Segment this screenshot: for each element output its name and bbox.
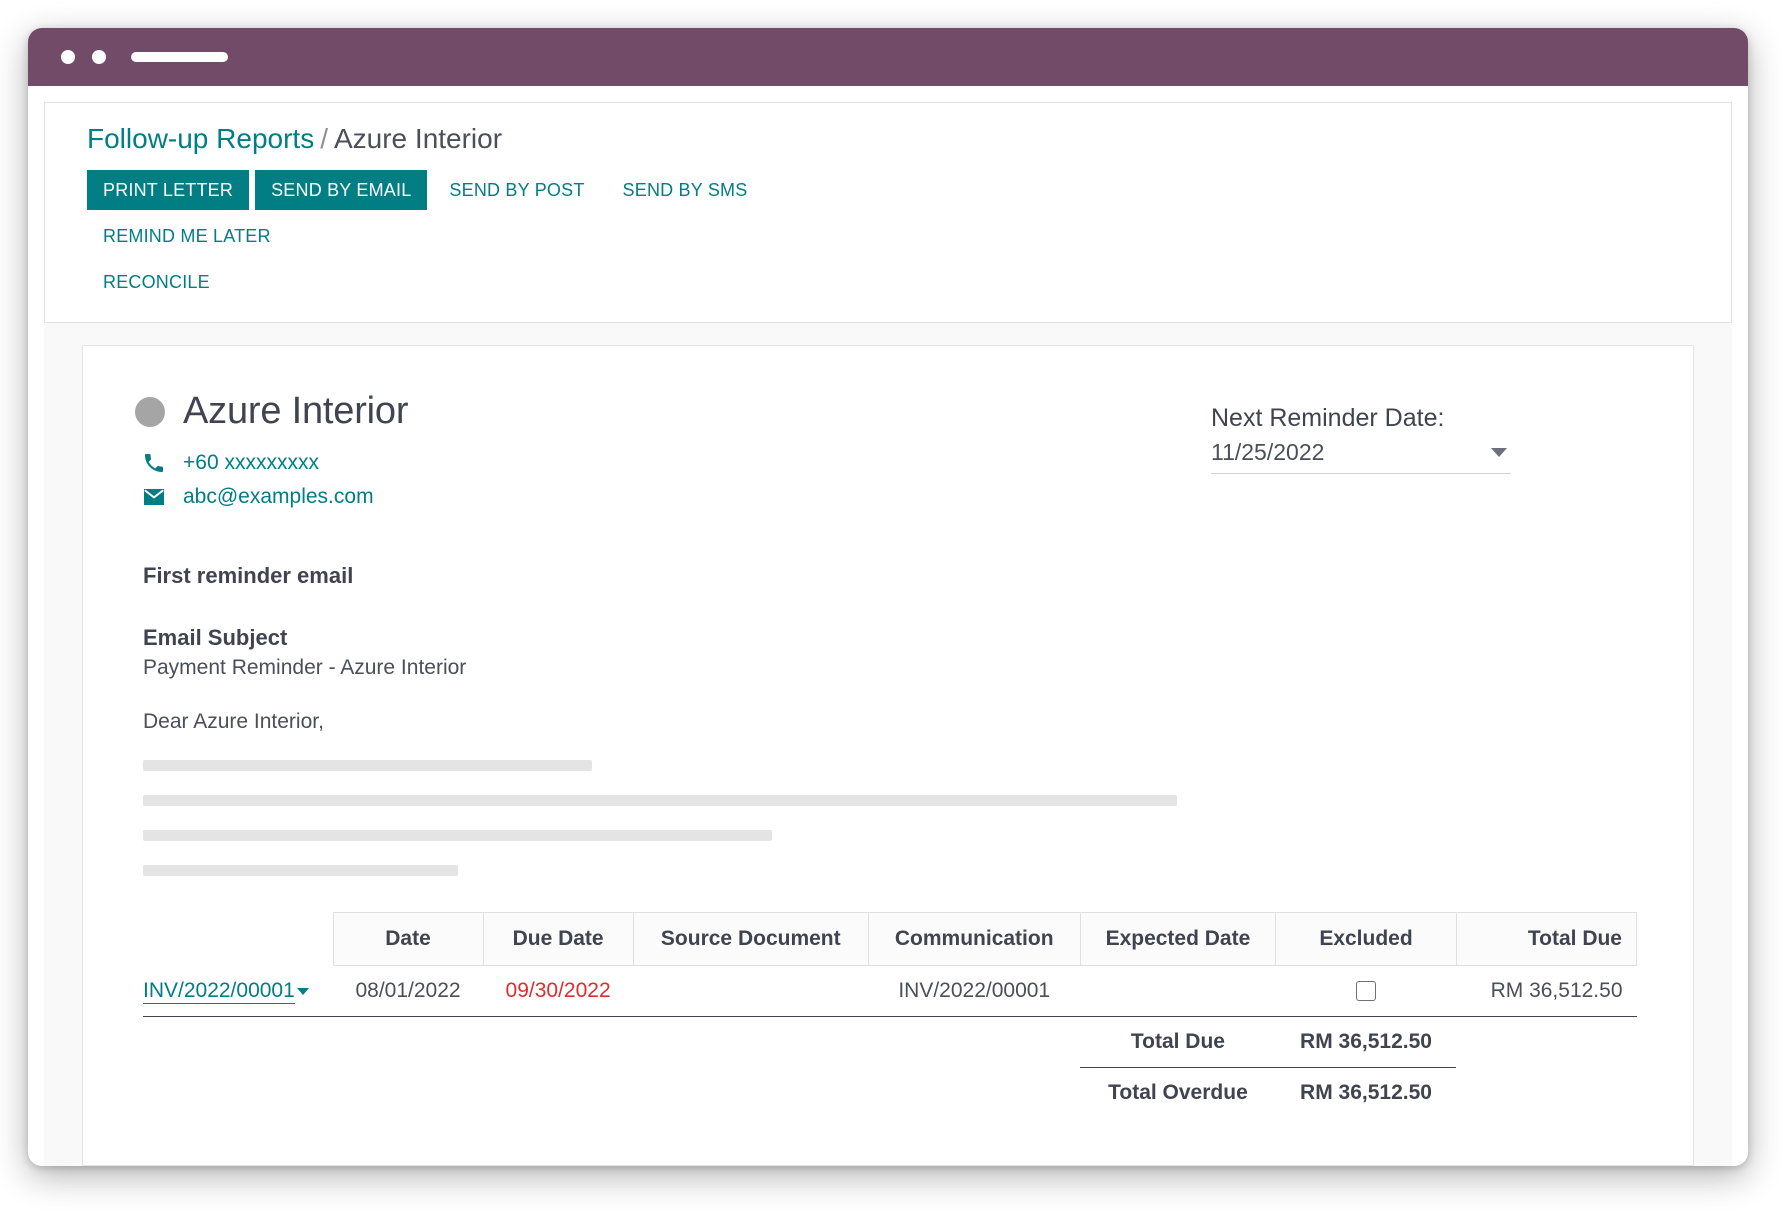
email-subject-label: Email Subject — [143, 625, 288, 650]
breadcrumb-current: Azure Interior — [333, 123, 503, 154]
partner-email-row: abc@examples.com — [141, 485, 1211, 509]
summary-value-total-overdue: RM 36,512.50 — [1300, 1081, 1432, 1104]
table-row: INV/2022/00001 08/01/2022 09/30/2022 INV… — [143, 965, 1637, 1017]
table-body: INV/2022/00001 08/01/2022 09/30/2022 INV… — [143, 965, 1637, 1119]
summary-row-total-overdue: Total Overdue RM 36,512.50 — [143, 1068, 1637, 1119]
row-excluded-cell — [1275, 965, 1457, 1017]
summary-spacer-1 — [143, 1017, 1080, 1068]
email-preview: First reminder email Email Subject Payme… — [135, 563, 1641, 876]
email-subject-value: Payment Reminder - Azure Interior — [143, 656, 467, 679]
browser-window: Follow-up Reports / Azure Interior PRINT L… — [28, 28, 1748, 1166]
summary-row-total-due: Total Due RM 36,512.50 — [143, 1016, 1637, 1068]
sheet-top-row: Azure Interior +60 xxxxxxxxx abc@example… — [135, 390, 1641, 519]
row-communication: INV/2022/00001 — [868, 965, 1080, 1017]
table-header-date[interactable]: Date — [332, 912, 484, 966]
row-total-due: RM 36,512.50 — [1456, 965, 1637, 1017]
partner-phone-row: +60 xxxxxxxxx — [141, 451, 1211, 475]
email-salutation: Dear Azure Interior, — [143, 710, 324, 733]
reminder-column: Next Reminder Date: 11/25/2022 — [1211, 390, 1641, 474]
excluded-checkbox[interactable] — [1356, 981, 1376, 1002]
window-dot-1 — [61, 50, 75, 64]
follow-up-table-zone: Date Due Date Source Document Communicat… — [135, 912, 1641, 1118]
breadcrumb-separator: / — [320, 123, 328, 154]
row-document-cell: INV/2022/00001 — [143, 965, 333, 1017]
next-reminder-date-label: Next Reminder Date: — [1211, 404, 1445, 432]
table-header-communication[interactable]: Communication — [867, 912, 1081, 966]
browser-titlebar — [28, 28, 1748, 86]
reconcile-button[interactable]: RECONCILE — [87, 262, 226, 302]
row-due-date: 09/30/2022 — [483, 965, 634, 1017]
row-date: 08/01/2022 — [333, 965, 484, 1017]
email-body-placeholder-bar — [143, 795, 1177, 806]
invoice-link[interactable]: INV/2022/00001 — [143, 978, 295, 1004]
follow-up-table: Date Due Date Source Document Communicat… — [143, 912, 1638, 1119]
sheet-background: Azure Interior +60 xxxxxxxxx abc@example… — [44, 323, 1732, 1166]
email-body-placeholder-bar — [143, 830, 773, 841]
breadcrumb: Follow-up Reports / Azure Interior — [45, 121, 1731, 156]
email-body-placeholder-bar — [143, 760, 593, 771]
action-buttons: PRINT LETTER SEND BY EMAIL SEND BY POST SEN… — [45, 156, 945, 308]
table-header-due-date[interactable]: Due Date — [482, 912, 634, 966]
app-body: Follow-up Reports / Azure Interior PRINT L… — [28, 86, 1748, 1166]
summary-value-total-due: RM 36,512.50 — [1275, 1016, 1457, 1068]
follow-up-sheet: Azure Interior +60 xxxxxxxxx abc@example… — [82, 345, 1694, 1166]
partner-phone-link[interactable]: +60 xxxxxxxxx — [183, 451, 319, 475]
summary-label-total-due: Total Due — [1080, 1016, 1276, 1068]
breadcrumb-parent-link[interactable]: Follow-up Reports — [87, 123, 314, 154]
page-title: Azure Interior — [183, 390, 409, 432]
email-body-placeholder-bar — [143, 865, 458, 876]
table-header-expected-date[interactable]: Expected Date — [1079, 912, 1277, 966]
summary-label-total-overdue: Total Overdue — [1108, 1081, 1248, 1104]
table-header-excluded[interactable]: Excluded — [1275, 912, 1457, 966]
next-reminder-date-field[interactable]: 11/25/2022 — [1211, 439, 1511, 474]
send-by-sms-button[interactable]: SEND BY SMS — [607, 170, 764, 210]
next-reminder-date-input[interactable]: 11/25/2022 — [1211, 439, 1491, 466]
followup-stage-name: First reminder email — [143, 563, 354, 588]
avatar — [135, 396, 165, 427]
table-header-source-document[interactable]: Source Document — [632, 912, 869, 966]
table-header-spacer — [143, 913, 333, 966]
send-by-post-button[interactable]: SEND BY POST — [433, 170, 600, 210]
envelope-icon — [141, 487, 167, 507]
address-bar-placeholder[interactable] — [131, 52, 228, 62]
remind-me-later-button[interactable]: REMIND ME LATER — [87, 216, 287, 256]
row-source-document — [633, 965, 869, 1017]
summary-spacer-2 — [143, 1068, 1080, 1119]
row-expected-date — [1080, 965, 1276, 1017]
control-panel: Follow-up Reports / Azure Interior PRINT L… — [44, 102, 1732, 323]
table-head: Date Due Date Source Document Communicat… — [143, 912, 1638, 966]
send-by-email-button[interactable]: SEND BY EMAIL — [255, 170, 428, 210]
row-dropdown-caret-icon[interactable] — [296, 987, 309, 995]
table-header-row: Date Due Date Source Document Communicat… — [143, 912, 1638, 966]
window-dot-2 — [92, 50, 106, 64]
chevron-down-icon[interactable] — [1491, 448, 1507, 457]
print-letter-button[interactable]: PRINT LETTER — [87, 170, 250, 210]
phone-icon — [141, 451, 167, 475]
table-header-total-due[interactable]: Total Due — [1455, 912, 1638, 966]
partner-column: Azure Interior +60 xxxxxxxxx abc@example… — [135, 390, 1211, 519]
partner-title: Azure Interior — [135, 390, 1211, 433]
partner-email-link[interactable]: abc@examples.com — [183, 485, 374, 509]
